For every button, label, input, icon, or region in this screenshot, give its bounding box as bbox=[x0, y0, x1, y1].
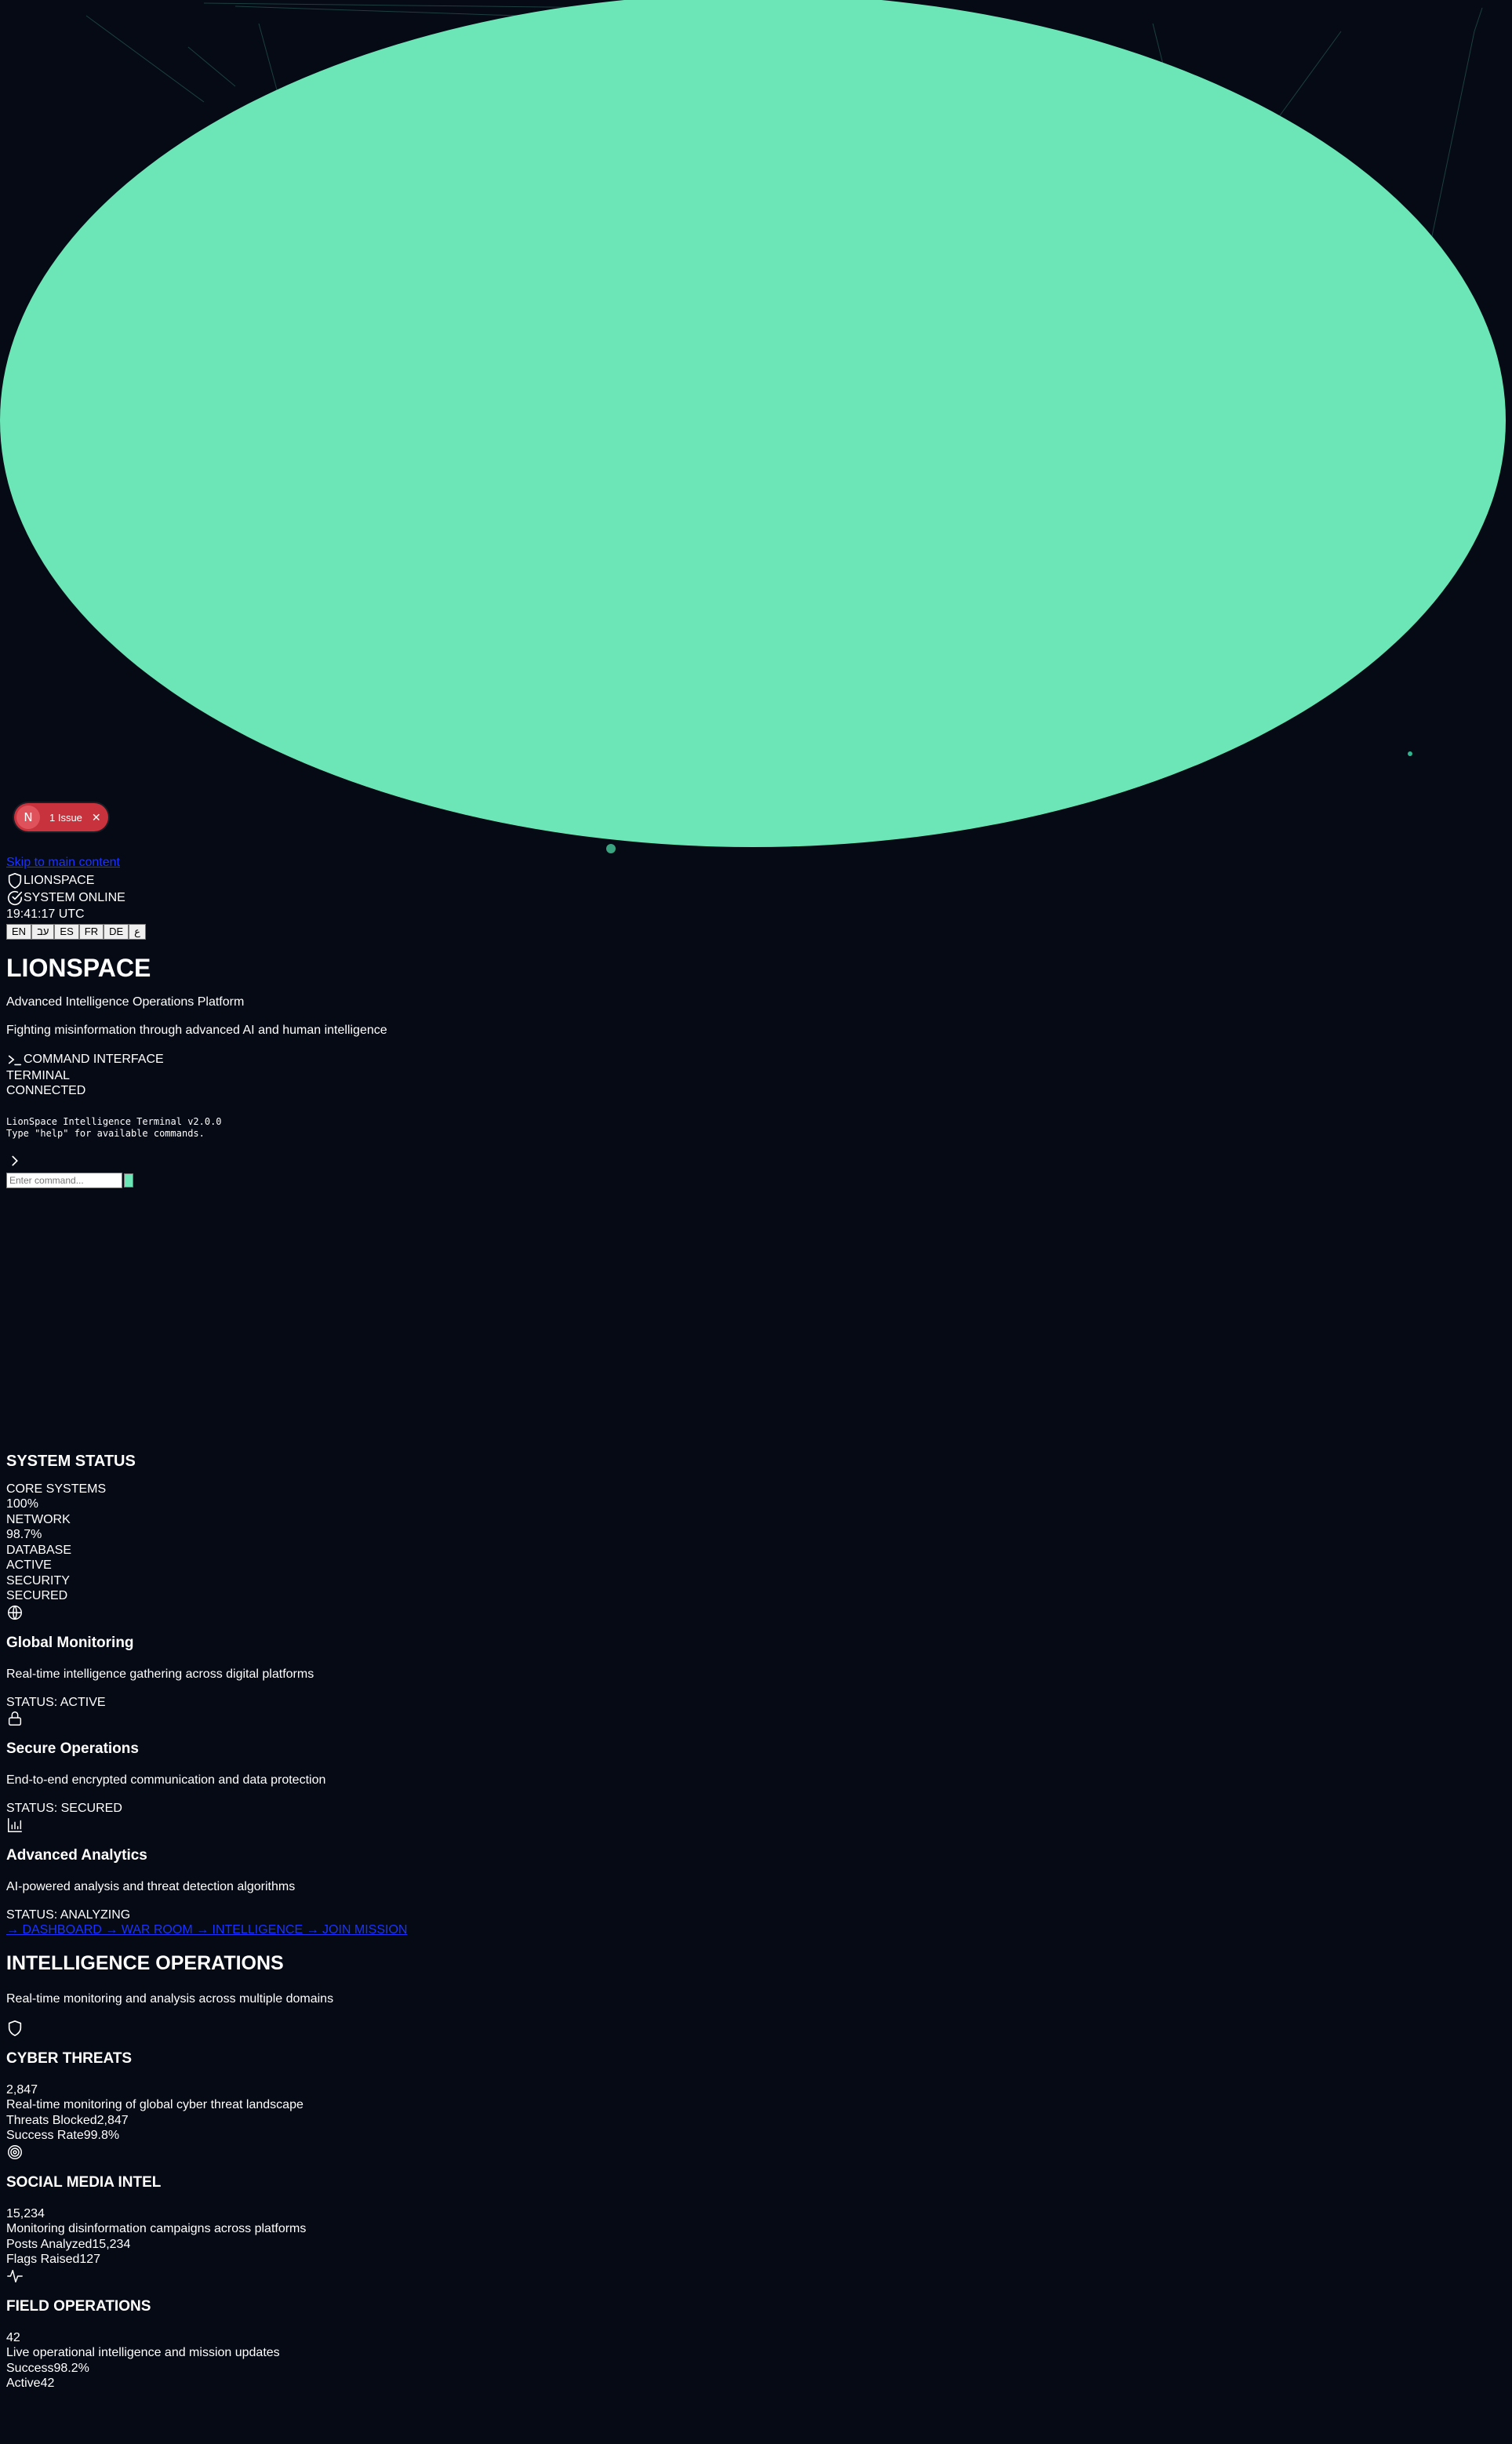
intel-card-stat: Active42 bbox=[6, 2377, 55, 2390]
lang-button-en[interactable]: EN bbox=[6, 923, 32, 940]
lang-button-fr[interactable]: FR bbox=[78, 923, 104, 940]
intel-card-stat: Success98.2% bbox=[6, 2361, 89, 2375]
nextjs-logo-icon: N bbox=[16, 806, 40, 829]
status-label: NETWORK bbox=[6, 1512, 71, 1526]
feature-icon-row bbox=[6, 1817, 1512, 1834]
command-input[interactable] bbox=[6, 1172, 122, 1188]
quick-nav-links[interactable]: → DASHBOARD → WAR ROOM → INTELLIGENCE → … bbox=[6, 1922, 1512, 1938]
feature-description: End-to-end encrypted communication and d… bbox=[6, 1773, 326, 1787]
lang-button-ar[interactable]: ع bbox=[129, 923, 146, 940]
feature-icon-row bbox=[6, 1710, 1512, 1727]
feature-description: AI-powered analysis and threat detection… bbox=[6, 1879, 296, 1893]
feature-icon-row bbox=[6, 1604, 1512, 1621]
feature-title: Advanced Analytics bbox=[6, 1846, 147, 1864]
intel-card-title: SOCIAL MEDIA INTEL bbox=[6, 2173, 162, 2191]
terminal-prompt-row bbox=[6, 1152, 1512, 1169]
brand-row: LIONSPACE bbox=[6, 872, 1512, 889]
command-form bbox=[6, 1172, 1512, 1188]
system-status-text: SYSTEM ONLINE bbox=[24, 891, 125, 905]
command-submit-button[interactable] bbox=[124, 1173, 133, 1187]
brand-name: LIONSPACE bbox=[24, 874, 95, 888]
status-value: 98.7% bbox=[6, 1528, 42, 1541]
intel-card-description: Monitoring disinformation campaigns acro… bbox=[6, 2222, 307, 2235]
intel-card-description: Real-time monitoring of global cyber thr… bbox=[6, 2098, 303, 2111]
intel-icon-row bbox=[6, 2268, 1512, 2285]
intel-card-value: 42 bbox=[6, 2330, 20, 2344]
particle-dot bbox=[606, 844, 616, 853]
feature-description: Real-time intelligence gathering across … bbox=[6, 1667, 314, 1681]
language-switcher: EN עב ES FR DE ع bbox=[6, 923, 1512, 940]
lang-button-de[interactable]: DE bbox=[104, 923, 129, 940]
feature-title: Global Monitoring bbox=[6, 1634, 134, 1651]
chevron-right-icon bbox=[6, 1152, 24, 1169]
intel-card-stat: Threats Blocked2,847 bbox=[6, 2113, 129, 2127]
intel-card-value: 15,234 bbox=[6, 2206, 45, 2220]
terminal-header: COMMAND INTERFACE bbox=[6, 1051, 1512, 1068]
system-status-title: SYSTEM STATUS bbox=[6, 1452, 136, 1470]
status-value: ACTIVE bbox=[6, 1558, 52, 1572]
intel-card-title: CYBER THREATS bbox=[6, 2049, 133, 2067]
globe-icon bbox=[6, 1604, 24, 1621]
intel-card-stat: Posts Analyzed15,234 bbox=[6, 2237, 131, 2251]
status-label: CORE SYSTEMS bbox=[6, 1482, 107, 1496]
status-value: SECURED bbox=[6, 1589, 68, 1602]
hero-subtitle: Advanced Intelligence Operations Platfor… bbox=[6, 995, 245, 1009]
intel-card-value: 2,847 bbox=[6, 2082, 38, 2097]
issues-count-label[interactable]: 1 Issue bbox=[49, 812, 82, 824]
page-content: Skip to main content LIONSPACE SYSTEM ON… bbox=[0, 855, 1512, 2391]
terminal-output: LionSpace Intelligence Terminal v2.0.0 T… bbox=[6, 1116, 1506, 1140]
close-icon[interactable]: ✕ bbox=[92, 811, 101, 824]
terminal-title: COMMAND INTERFACE bbox=[24, 1052, 164, 1066]
terminal-connection-status: CONNECTED bbox=[6, 1084, 86, 1097]
terminal-icon bbox=[6, 1051, 24, 1068]
terminal-output-line: LionSpace Intelligence Terminal v2.0.0 bbox=[6, 1115, 222, 1127]
utc-clock: 19:41:17 UTC bbox=[6, 907, 85, 921]
bar-chart-icon bbox=[6, 1817, 24, 1834]
intel-icon-row bbox=[6, 2020, 1512, 2037]
status-label: DATABASE bbox=[6, 1543, 71, 1557]
intel-section-subtitle: Real-time monitoring and analysis across… bbox=[6, 1991, 334, 2006]
hero-tagline: Fighting misinformation through advanced… bbox=[6, 1023, 387, 1037]
status-value: 100% bbox=[6, 1497, 38, 1511]
intel-card-title: FIELD OPERATIONS bbox=[6, 2297, 151, 2315]
hero-title: LIONSPACE bbox=[6, 953, 151, 982]
feature-title: Secure Operations bbox=[6, 1740, 139, 1757]
system-status-row: SYSTEM ONLINE bbox=[6, 889, 1512, 907]
shield-icon bbox=[6, 2020, 24, 2037]
check-circle-icon bbox=[6, 889, 24, 907]
feature-status: STATUS: SECURED bbox=[6, 1802, 122, 1815]
status-label: SECURITY bbox=[6, 1573, 70, 1588]
issues-badge[interactable]: N 1 Issue ✕ bbox=[14, 803, 108, 831]
terminal-output-line: Type "help" for available commands. bbox=[6, 1127, 205, 1139]
feature-status: STATUS: ACTIVE bbox=[6, 1695, 106, 1709]
intel-section-title: INTELLIGENCE OPERATIONS bbox=[6, 1951, 284, 1974]
lang-button-he[interactable]: עב bbox=[31, 923, 55, 940]
shield-icon bbox=[6, 872, 24, 889]
intel-card-stat: Success Rate99.8% bbox=[6, 2129, 120, 2142]
intel-card-description: Live operational intelligence and missio… bbox=[6, 2346, 280, 2359]
target-icon bbox=[6, 2144, 24, 2161]
activity-icon bbox=[6, 2268, 24, 2285]
feature-status: STATUS: ANALYZING bbox=[6, 1908, 131, 1922]
skip-to-content-link[interactable]: Skip to main content bbox=[6, 855, 1512, 872]
accent-glow-blob bbox=[0, 0, 1506, 847]
lang-button-es[interactable]: ES bbox=[54, 923, 79, 940]
intel-icon-row bbox=[6, 2144, 1512, 2161]
intel-card-stat: Flags Raised127 bbox=[6, 2253, 101, 2266]
terminal-label: TERMINAL bbox=[6, 1068, 70, 1082]
lock-icon bbox=[6, 1710, 24, 1727]
particle-dot bbox=[1408, 751, 1412, 756]
